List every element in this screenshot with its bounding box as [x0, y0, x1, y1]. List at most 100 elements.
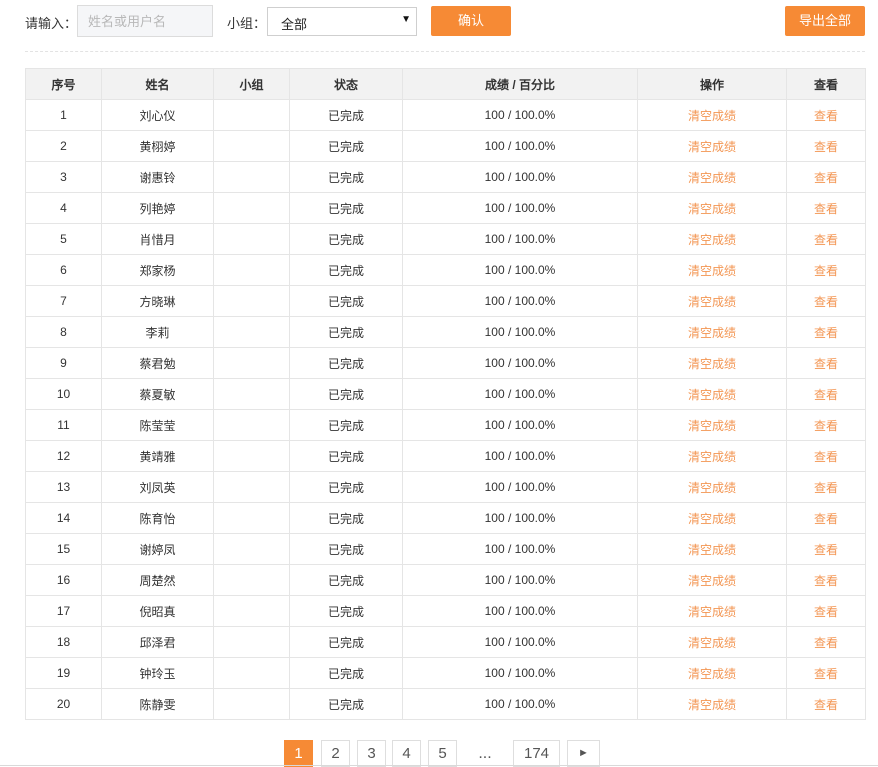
cell-group: [213, 254, 290, 286]
cell-name: 邱泽君: [101, 626, 214, 658]
view-link[interactable]: 查看: [786, 409, 866, 441]
view-link[interactable]: 查看: [786, 99, 866, 131]
view-link[interactable]: 查看: [786, 657, 866, 689]
clear-score-link[interactable]: 清空成绩: [637, 130, 787, 162]
cell-score: 100 / 100.0%: [402, 564, 638, 596]
grade-table: 序号 姓名 小组 状态 成绩 / 百分比 操作 查看 1 刘心仪 已完成 100 / …: [25, 68, 866, 720]
cell-name: 蔡君勉: [101, 347, 214, 379]
cell-score: 100 / 100.0%: [402, 130, 638, 162]
cell-status: 已完成: [289, 316, 403, 348]
clear-score-link[interactable]: 清空成绩: [637, 161, 787, 193]
table-row: 6 郑家杨 已完成 100 / 100.0% 清空成绩 查看: [25, 254, 866, 286]
clear-score-link[interactable]: 清空成绩: [637, 471, 787, 503]
clear-score-link[interactable]: 清空成绩: [637, 409, 787, 441]
clear-score-link[interactable]: 清空成绩: [637, 502, 787, 534]
clear-score-link[interactable]: 清空成绩: [637, 347, 787, 379]
clear-score-link[interactable]: 清空成绩: [637, 254, 787, 286]
clear-score-link[interactable]: 清空成绩: [637, 99, 787, 131]
confirm-button[interactable]: 确认: [431, 6, 511, 36]
cell-name: 陈育怡: [101, 502, 214, 534]
table-row: 17 倪昭真 已完成 100 / 100.0% 清空成绩 查看: [25, 595, 866, 627]
view-link[interactable]: 查看: [786, 378, 866, 410]
clear-score-link[interactable]: 清空成绩: [637, 440, 787, 472]
clear-score-link[interactable]: 清空成绩: [637, 533, 787, 565]
view-link[interactable]: 查看: [786, 285, 866, 317]
cell-group: [213, 223, 290, 255]
clear-score-link[interactable]: 清空成绩: [637, 192, 787, 224]
clear-score-link[interactable]: 清空成绩: [637, 688, 787, 720]
table-row: 2 黄栩婷 已完成 100 / 100.0% 清空成绩 查看: [25, 130, 866, 162]
cell-index: 11: [25, 409, 102, 441]
cell-score: 100 / 100.0%: [402, 688, 638, 720]
cell-group: [213, 347, 290, 379]
cell-score: 100 / 100.0%: [402, 285, 638, 317]
clear-score-link[interactable]: 清空成绩: [637, 285, 787, 317]
cell-name: 郑家杨: [101, 254, 214, 286]
cell-status: 已完成: [289, 285, 403, 317]
export-all-button[interactable]: 导出全部: [785, 6, 865, 36]
cell-status: 已完成: [289, 688, 403, 720]
view-link[interactable]: 查看: [786, 161, 866, 193]
cell-score: 100 / 100.0%: [402, 595, 638, 627]
view-link[interactable]: 查看: [786, 223, 866, 255]
view-link[interactable]: 查看: [786, 471, 866, 503]
table-row: 4 列艳婷 已完成 100 / 100.0% 清空成绩 查看: [25, 192, 866, 224]
cell-status: 已完成: [289, 440, 403, 472]
table-row: 8 李莉 已完成 100 / 100.0% 清空成绩 查看: [25, 316, 866, 348]
table-row: 10 蔡夏敏 已完成 100 / 100.0% 清空成绩 查看: [25, 378, 866, 410]
cell-index: 6: [25, 254, 102, 286]
view-link[interactable]: 查看: [786, 564, 866, 596]
cell-index: 5: [25, 223, 102, 255]
cell-index: 17: [25, 595, 102, 627]
view-link[interactable]: 查看: [786, 347, 866, 379]
cell-index: 9: [25, 347, 102, 379]
view-link[interactable]: 查看: [786, 533, 866, 565]
clear-score-link[interactable]: 清空成绩: [637, 223, 787, 255]
cell-name: 周楚然: [101, 564, 214, 596]
view-link[interactable]: 查看: [786, 192, 866, 224]
view-link[interactable]: 查看: [786, 626, 866, 658]
table-row: 16 周楚然 已完成 100 / 100.0% 清空成绩 查看: [25, 564, 866, 596]
page-button-last[interactable]: 174: [513, 740, 560, 767]
group-label: 小组：: [227, 16, 267, 31]
page-button-5[interactable]: 5: [428, 740, 457, 767]
cell-status: 已完成: [289, 533, 403, 565]
clear-score-link[interactable]: 清空成绩: [637, 595, 787, 627]
group-select[interactable]: 全部 ▼: [267, 7, 417, 36]
cell-name: 列艳婷: [101, 192, 214, 224]
view-link[interactable]: 查看: [786, 316, 866, 348]
page-button-4[interactable]: 4: [392, 740, 421, 767]
page-ellipsis: ...: [478, 745, 492, 762]
clear-score-link[interactable]: 清空成绩: [637, 564, 787, 596]
cell-name: 肖惜月: [101, 223, 214, 255]
cell-index: 4: [25, 192, 102, 224]
table-row: 3 谢惠铃 已完成 100 / 100.0% 清空成绩 查看: [25, 161, 866, 193]
cell-score: 100 / 100.0%: [402, 471, 638, 503]
clear-score-link[interactable]: 清空成绩: [637, 657, 787, 689]
clear-score-link[interactable]: 清空成绩: [637, 316, 787, 348]
cell-status: 已完成: [289, 409, 403, 441]
clear-score-link[interactable]: 清空成绩: [637, 626, 787, 658]
cell-name: 黄靖雅: [101, 440, 214, 472]
cell-name: 陈莹莹: [101, 409, 214, 441]
view-link[interactable]: 查看: [786, 440, 866, 472]
view-link[interactable]: 查看: [786, 130, 866, 162]
page-button-2[interactable]: 2: [321, 740, 350, 767]
table-row: 18 邱泽君 已完成 100 / 100.0% 清空成绩 查看: [25, 626, 866, 658]
cell-score: 100 / 100.0%: [402, 316, 638, 348]
next-page-button[interactable]: ►: [567, 740, 600, 767]
view-link[interactable]: 查看: [786, 595, 866, 627]
clear-score-link[interactable]: 清空成绩: [637, 378, 787, 410]
view-link[interactable]: 查看: [786, 502, 866, 534]
cell-status: 已完成: [289, 564, 403, 596]
search-input[interactable]: [77, 5, 213, 37]
table-row: 11 陈莹莹 已完成 100 / 100.0% 清空成绩 查看: [25, 409, 866, 441]
cell-group: [213, 502, 290, 534]
cell-score: 100 / 100.0%: [402, 440, 638, 472]
cell-group: [213, 161, 290, 193]
table-header-row: 序号 姓名 小组 状态 成绩 / 百分比 操作 查看: [25, 68, 866, 100]
view-link[interactable]: 查看: [786, 688, 866, 720]
view-link[interactable]: 查看: [786, 254, 866, 286]
page-button-1[interactable]: 1: [284, 740, 313, 767]
page-button-3[interactable]: 3: [357, 740, 386, 767]
